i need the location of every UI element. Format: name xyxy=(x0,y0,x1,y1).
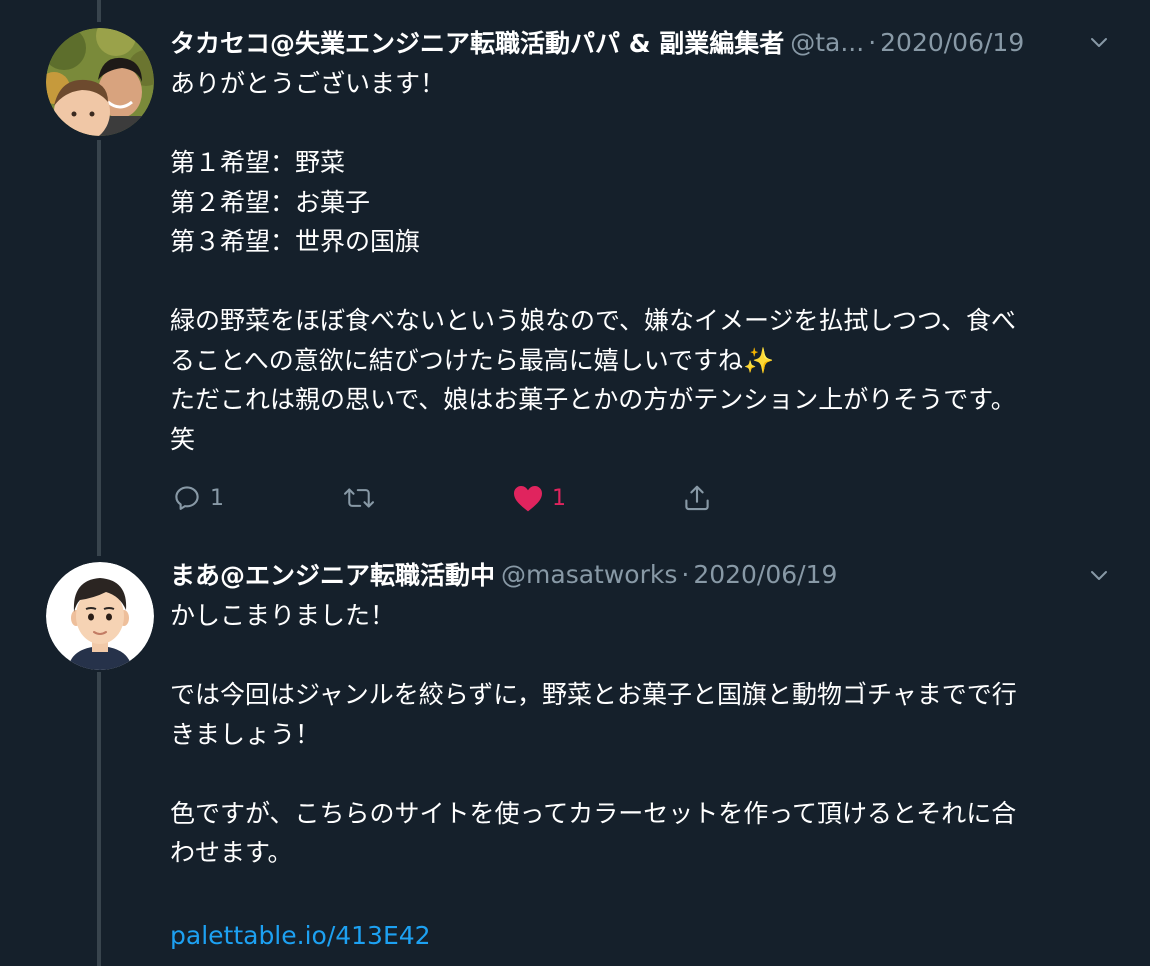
user-handle[interactable]: @ta... xyxy=(790,28,864,57)
separator-dot: · xyxy=(681,559,690,589)
tweet[interactable]: まあ@エンジニア転職活動中 @masatworks · 2020/06/19 か… xyxy=(0,550,1150,966)
tweet-text: かしこまりました！ では今回はジャンルを絞らずに，野菜とお菓子と国旗と動物ゴチャ… xyxy=(170,601,1017,867)
share-icon xyxy=(685,485,709,511)
avatar[interactable] xyxy=(46,562,154,670)
tweet-actions: 1 1 xyxy=(172,478,732,518)
reply-button[interactable]: 1 xyxy=(172,478,224,518)
retweet-button[interactable] xyxy=(342,478,384,518)
tweet-header: タカセコ@失業エンジニア転職活動パパ & 副業編集者 @ta... · 2020… xyxy=(170,24,1110,60)
chevron-down-icon[interactable] xyxy=(1088,564,1110,586)
avatar-photo xyxy=(46,562,154,670)
user-handle[interactable]: @masatworks xyxy=(501,560,677,589)
chevron-down-icon[interactable] xyxy=(1088,31,1110,53)
tweet-date[interactable]: 2020/06/19 xyxy=(693,560,837,589)
like-count: 1 xyxy=(552,485,566,511)
reply-icon xyxy=(175,486,199,510)
heart-icon xyxy=(514,486,542,512)
tweet[interactable]: タカセコ@失業エンジニア転職活動パパ & 副業編集者 @ta... · 2020… xyxy=(0,0,1150,550)
share-button[interactable] xyxy=(682,478,712,518)
reply-count: 1 xyxy=(210,485,224,511)
display-name[interactable]: タカセコ@失業エンジニア転職活動パパ & 副業編集者 xyxy=(170,24,784,60)
tweet-header: まあ@エンジニア転職活動中 @masatworks · 2020/06/19 xyxy=(170,556,1110,592)
like-button[interactable]: 1 xyxy=(512,478,566,518)
tweet-link[interactable]: palettable.io/413E42 xyxy=(170,916,1110,956)
separator-dot: · xyxy=(868,27,877,57)
tweet-date[interactable]: 2020/06/19 xyxy=(880,28,1024,57)
avatar[interactable] xyxy=(46,28,154,136)
display-name[interactable]: まあ@エンジニア転職活動中 xyxy=(170,556,495,592)
retweet-icon xyxy=(344,488,374,508)
avatar-photo xyxy=(46,28,154,136)
tweet-text: ありがとうございます！ 第１希望：野菜 第２希望：お菓子 第３希望：世界の国旗 … xyxy=(170,69,1017,454)
